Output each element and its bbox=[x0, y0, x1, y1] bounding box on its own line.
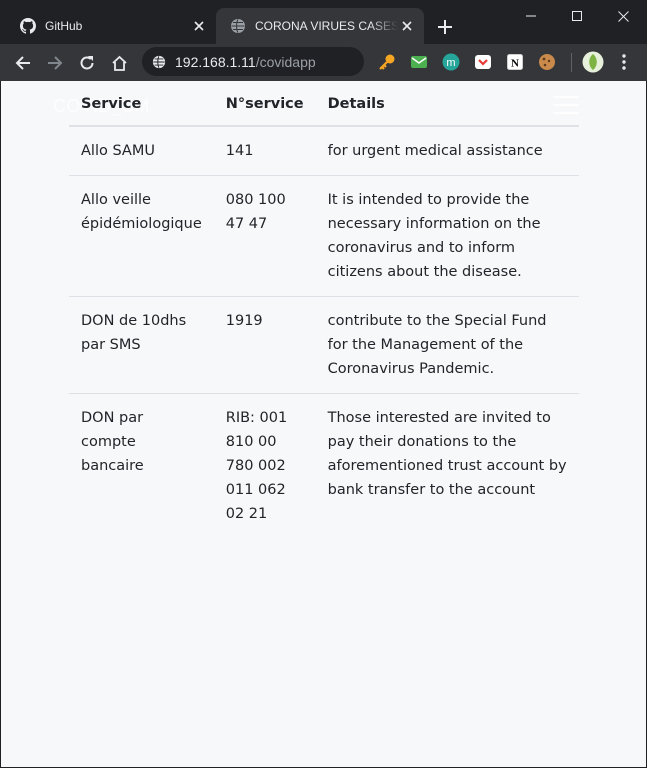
home-icon bbox=[111, 55, 127, 71]
tab-github[interactable]: GitHub bbox=[6, 8, 216, 44]
back-button[interactable] bbox=[10, 50, 36, 76]
globe-icon bbox=[231, 19, 245, 33]
column-header-details: Details bbox=[315, 81, 579, 127]
number-cell: 141 bbox=[213, 125, 316, 176]
m-extension-icon[interactable]: m bbox=[441, 52, 461, 72]
column-header-service: Service bbox=[69, 81, 214, 127]
table-header-row: Service N°service Details bbox=[69, 81, 579, 127]
mail-extension-icon[interactable] bbox=[409, 52, 429, 72]
maximize-icon bbox=[572, 11, 582, 21]
pocket-extension-icon[interactable] bbox=[473, 52, 493, 72]
service-cell: Allo SAMU bbox=[69, 125, 214, 176]
globe-icon bbox=[152, 55, 166, 68]
number-cell: 080 100 47 47 bbox=[213, 175, 316, 297]
close-icon bbox=[617, 10, 629, 22]
home-button[interactable] bbox=[106, 50, 132, 76]
plus-icon bbox=[438, 20, 452, 34]
column-header-number: N°service bbox=[213, 81, 316, 127]
service-cell: DON par compte bancaire bbox=[69, 393, 214, 538]
close-tab-icon[interactable] bbox=[190, 17, 208, 35]
tab-strip: GitHub CORONA VIRUES CASES - M bbox=[0, 0, 647, 44]
minimize-button[interactable] bbox=[513, 4, 549, 28]
page-viewport: COVID_SM Service N°service Details Allo … bbox=[1, 81, 646, 767]
menu-button[interactable] bbox=[614, 52, 634, 72]
arrow-left-icon bbox=[15, 56, 30, 70]
github-icon bbox=[20, 18, 36, 34]
url-path: /covidapp bbox=[255, 53, 316, 70]
maximize-button[interactable] bbox=[559, 4, 595, 28]
notion-extension-icon[interactable]: N bbox=[505, 52, 525, 72]
svg-text:m: m bbox=[446, 57, 455, 69]
browser-toolbar: 192.168.1.11/covidapp m N bbox=[0, 44, 647, 81]
table-row: DON de 10dhs par SMS 1919 contribute to … bbox=[69, 296, 579, 394]
close-window-button[interactable] bbox=[605, 4, 641, 28]
tab-label: CORONA VIRUES CASES - M bbox=[255, 19, 398, 33]
details-cell: It is intended to provide the necessary … bbox=[315, 175, 579, 297]
details-cell: for urgent medical assistance bbox=[315, 125, 579, 176]
kebab-menu-icon bbox=[622, 54, 626, 70]
profile-avatar[interactable] bbox=[582, 51, 604, 73]
reload-icon bbox=[80, 56, 94, 70]
close-tab-icon[interactable] bbox=[398, 17, 416, 35]
svg-text:N: N bbox=[511, 58, 519, 70]
details-cell: contribute to the Special Fund for the M… bbox=[315, 296, 579, 394]
cookie-extension-icon[interactable] bbox=[537, 52, 557, 72]
tab-corona-cases[interactable]: CORONA VIRUES CASES - M bbox=[216, 8, 424, 44]
url-text: 192.168.1.11/covidapp bbox=[175, 54, 316, 70]
service-cell: Allo veille épidémiologique bbox=[69, 175, 214, 297]
service-cell: DON de 10dhs par SMS bbox=[69, 296, 214, 394]
details-cell: Those interested are invited to pay thei… bbox=[315, 393, 579, 538]
table-row: Allo veille épidémiologique 080 100 47 4… bbox=[69, 175, 579, 297]
toolbar-separator bbox=[571, 53, 572, 72]
services-table: Service N°service Details Allo SAMU 141 … bbox=[69, 81, 579, 538]
tab-label: GitHub bbox=[45, 19, 83, 33]
table-row: Allo SAMU 141 for urgent medical assista… bbox=[69, 125, 579, 176]
minimize-icon bbox=[526, 15, 536, 17]
number-cell: 1919 bbox=[213, 296, 316, 394]
reload-button[interactable] bbox=[74, 50, 100, 76]
table-row: DON par compte bancaire RIB: 001 810 00 … bbox=[69, 393, 579, 538]
arrow-right-icon bbox=[48, 56, 63, 70]
key-extension-icon[interactable] bbox=[377, 52, 397, 72]
forward-button[interactable] bbox=[42, 50, 68, 76]
new-tab-button[interactable] bbox=[433, 15, 457, 39]
number-cell: RIB: 001 810 00 780 002 011 062 02 21 bbox=[213, 393, 316, 538]
url-host: 192.168.1.11 bbox=[175, 53, 256, 70]
address-bar[interactable]: 192.168.1.11/covidapp bbox=[142, 47, 364, 76]
